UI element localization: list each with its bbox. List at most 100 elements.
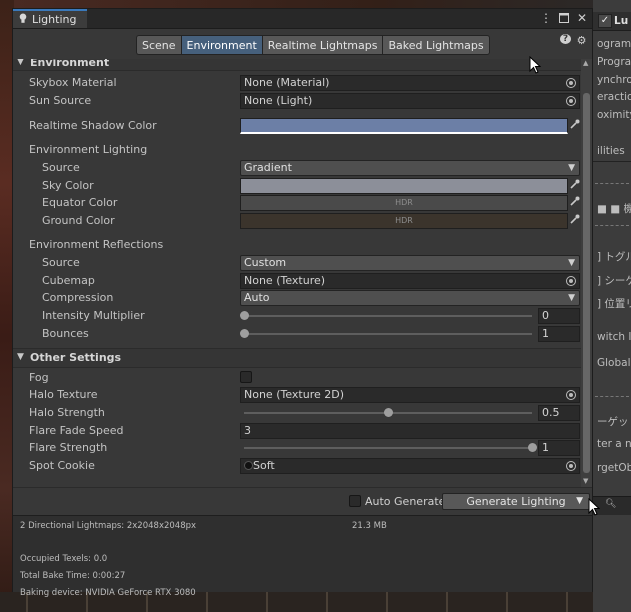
compression-row: Compression Auto ▼ bbox=[13, 289, 581, 307]
flare-strength-slider-knob[interactable] bbox=[528, 443, 537, 452]
eyedropper-icon[interactable] bbox=[569, 119, 581, 131]
cubemap-label: Cubemap bbox=[42, 274, 95, 287]
sky-color-swatch[interactable] bbox=[240, 178, 568, 194]
inspector-divider bbox=[595, 396, 629, 397]
fog-checkbox[interactable] bbox=[240, 371, 252, 383]
inspector-item[interactable]: ] シーケ bbox=[597, 273, 631, 288]
lighting-source-value: Gradient bbox=[244, 161, 292, 174]
equator-color-row: Equator Color HDR bbox=[13, 194, 581, 212]
intensity-multiplier-input[interactable]: 0 bbox=[538, 308, 580, 324]
flare-strength-slider-track[interactable] bbox=[244, 447, 532, 449]
window-controls: ⋮ ✕ bbox=[540, 10, 588, 27]
halo-strength-slider-knob[interactable] bbox=[384, 408, 393, 417]
intensity-multiplier-slider-knob[interactable] bbox=[240, 311, 249, 320]
cubemap-row: Cubemap None (Texture) bbox=[13, 272, 581, 290]
realtime-shadow-color-swatch[interactable] bbox=[240, 118, 568, 134]
flare-fade-speed-value: 3 bbox=[244, 424, 251, 437]
intensity-multiplier-row: Intensity Multiplier 0 bbox=[13, 307, 581, 325]
lighting-tab[interactable]: Lighting bbox=[13, 9, 87, 28]
inspector-item: Global bbox=[597, 357, 631, 369]
scroll-down-icon[interactable]: ▼ bbox=[583, 477, 588, 485]
reflection-source-row: Source Custom ▼ bbox=[13, 254, 581, 272]
gear-icon[interactable]: ⚙ bbox=[576, 34, 587, 47]
inspector-enabled-checkbox[interactable]: ✓ bbox=[598, 14, 612, 28]
inspector-tab-label: ilities bbox=[597, 145, 625, 157]
reflection-source-label: Source bbox=[42, 256, 80, 269]
object-picker-icon[interactable] bbox=[566, 276, 576, 286]
ground-color-swatch[interactable]: HDR bbox=[240, 213, 568, 229]
object-picker-icon[interactable] bbox=[566, 461, 576, 471]
tab-baked-lightmaps[interactable]: Baked Lightmaps bbox=[382, 35, 490, 55]
reflection-source-dropdown[interactable]: Custom ▼ bbox=[240, 255, 580, 271]
inspector-item: Lu bbox=[614, 15, 629, 27]
object-picker-icon[interactable] bbox=[566, 96, 576, 106]
realtime-shadow-color-row: Realtime Shadow Color bbox=[13, 117, 581, 135]
inspector-item[interactable]: ] 位置リ bbox=[597, 296, 631, 311]
halo-strength-input[interactable]: 0.5 bbox=[538, 405, 580, 421]
cubemap-field[interactable]: None (Texture) bbox=[240, 273, 580, 289]
environment-lighting-heading: Environment Lighting bbox=[29, 143, 148, 156]
flare-strength-label: Flare Strength bbox=[29, 441, 108, 454]
skybox-material-label: Skybox Material bbox=[29, 76, 117, 89]
texture-thumbnail-icon bbox=[244, 461, 253, 470]
maximize-icon[interactable] bbox=[558, 10, 570, 27]
tab-environment[interactable]: Environment bbox=[180, 35, 262, 55]
chevron-down-icon[interactable]: ▼ bbox=[576, 494, 583, 509]
inspector-item: witch ID bbox=[597, 331, 631, 343]
generate-row: Auto Generate Generate Lighting ▼ bbox=[13, 487, 592, 516]
inspector-item: oximity bbox=[597, 109, 631, 121]
generate-lighting-button[interactable]: Generate Lighting ▼ bbox=[442, 493, 590, 510]
spot-cookie-label: Spot Cookie bbox=[29, 459, 95, 472]
halo-texture-label: Halo Texture bbox=[29, 388, 98, 401]
inspector-item[interactable]: ] トグルス bbox=[597, 249, 631, 264]
inspector-item: ynchro bbox=[597, 74, 631, 86]
bounces-slider-track[interactable] bbox=[244, 333, 532, 335]
auto-generate-checkbox[interactable] bbox=[349, 495, 361, 507]
scrollbar-thumb[interactable] bbox=[583, 93, 590, 473]
inspector-panel: ✓ Lu ogram Progra ynchro eractio oximity… bbox=[593, 0, 631, 612]
equator-color-label: Equator Color bbox=[42, 196, 118, 209]
eyedropper-icon[interactable] bbox=[569, 214, 581, 226]
inspector-item: Progra bbox=[597, 56, 631, 68]
bounces-row: Bounces 1 bbox=[13, 325, 581, 343]
flare-strength-input[interactable]: 1 bbox=[538, 440, 580, 456]
object-picker-icon[interactable] bbox=[566, 78, 576, 88]
chevron-down-icon: ▼ bbox=[568, 163, 575, 173]
flare-fade-speed-input[interactable]: 3 bbox=[240, 423, 580, 439]
equator-color-swatch[interactable]: HDR bbox=[240, 195, 568, 211]
sun-source-field[interactable]: None (Light) bbox=[240, 93, 580, 109]
flare-strength-row: Flare Strength 1 bbox=[13, 439, 581, 457]
spot-cookie-field[interactable]: Soft bbox=[240, 458, 580, 474]
kebab-menu-icon[interactable]: ⋮ bbox=[540, 10, 552, 27]
lighting-tab-bar: Scene Environment Realtime Lightmaps Bak… bbox=[136, 35, 490, 55]
tab-realtime-lightmaps[interactable]: Realtime Lightmaps bbox=[261, 35, 383, 55]
eyedropper-icon[interactable] bbox=[569, 179, 581, 191]
object-picker-icon[interactable] bbox=[566, 390, 576, 400]
other-settings-section-header[interactable]: ▼ Other Settings bbox=[13, 348, 581, 368]
ground-color-row: Ground Color HDR bbox=[13, 212, 581, 230]
halo-texture-row: Halo Texture None (Texture 2D) bbox=[13, 386, 581, 404]
compression-label: Compression bbox=[42, 291, 114, 304]
skybox-material-field[interactable]: None (Material) bbox=[240, 75, 580, 91]
scroll-up-icon[interactable]: ▲ bbox=[583, 59, 588, 67]
tab-scene[interactable]: Scene bbox=[136, 35, 181, 55]
inspector-item: ter a n bbox=[597, 438, 631, 450]
lighting-source-dropdown[interactable]: Gradient ▼ bbox=[240, 160, 580, 176]
help-icon[interactable]: ? bbox=[560, 34, 571, 44]
inspector-item: ogram bbox=[597, 38, 631, 50]
halo-texture-field[interactable]: None (Texture 2D) bbox=[240, 387, 580, 403]
chevron-down-icon: ▼ bbox=[17, 352, 24, 362]
compression-dropdown[interactable]: Auto ▼ bbox=[240, 290, 580, 306]
intensity-multiplier-slider-track[interactable] bbox=[244, 315, 532, 317]
settings-scrollbar[interactable]: ▲ ▼ bbox=[581, 59, 592, 487]
close-icon[interactable]: ✕ bbox=[576, 10, 588, 27]
bounces-slider-knob[interactable] bbox=[240, 329, 249, 338]
skybox-material-value: None (Material) bbox=[244, 76, 330, 89]
hdr-label: HDR bbox=[395, 198, 413, 207]
inspector-item: ■ ■ 機 bbox=[597, 203, 631, 215]
settings-content: ▼ Environment Skybox Material None (Mate… bbox=[13, 59, 581, 487]
bounces-input[interactable]: 1 bbox=[538, 326, 580, 342]
eyedropper-icon[interactable] bbox=[569, 196, 581, 208]
environment-section-header[interactable]: ▼ Environment bbox=[13, 59, 581, 71]
compression-value: Auto bbox=[244, 291, 270, 304]
